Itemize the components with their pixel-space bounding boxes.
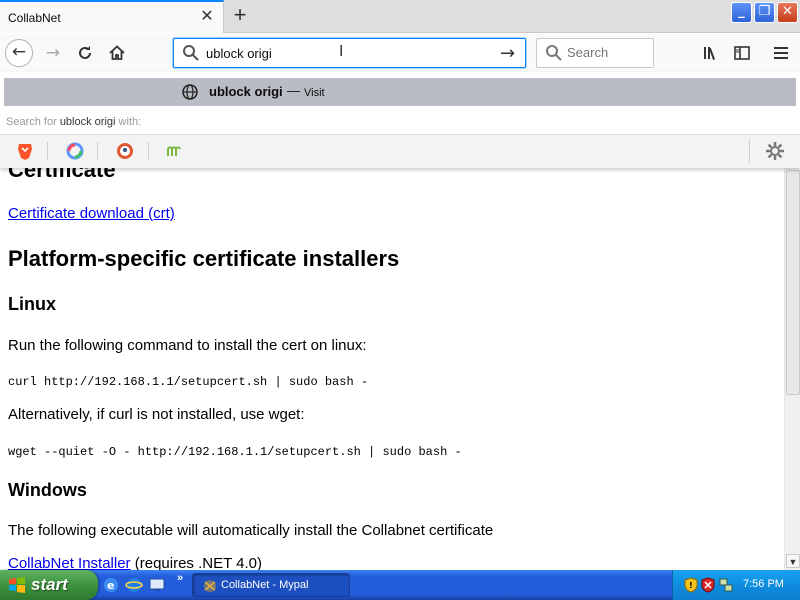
gear-icon[interactable] [764,140,786,162]
sidebar-icon[interactable] [733,44,751,62]
collabnet-installer-link[interactable]: CollabNet Installer [8,555,131,570]
heading-linux: Linux [8,294,56,314]
scroll-down-icon[interactable]: ▼ [786,554,800,568]
tab-strip: CollabNet ✕ + _ ❐ ✕ [0,0,800,33]
tab-title: CollabNet [8,11,61,25]
linux-instructions: Run the following command to install the… [8,337,367,354]
network-icon[interactable] [719,577,733,593]
suggestion-row[interactable]: ublock origi — Visit [4,78,796,106]
hamburger-menu-icon[interactable] [772,44,790,62]
minimize-window-button[interactable]: _ [731,2,752,23]
wget-command: wget --quiet -O - http://192.168.1.1/set… [8,445,462,459]
suggestion-text: ublock origi [209,84,283,99]
globe-icon [182,84,198,100]
search-input[interactable] [567,45,647,60]
internet-explorer-icon[interactable]: e [102,576,120,594]
installer-paragraph: CollabNet Installer (requires .NET 4.0) [8,555,262,570]
wget-instructions: Alternatively, if curl is not installed,… [8,406,305,423]
mojeek-icon[interactable] [165,141,185,161]
heading-platform-installers: Platform-specific certificate installers [8,246,400,271]
svg-text:e: e [107,579,114,592]
brave-icon[interactable] [15,141,35,161]
quicklaunch-more-icon[interactable]: » [177,572,183,584]
qwant-icon[interactable] [65,141,85,161]
search-icon [546,45,562,61]
home-icon[interactable] [103,39,131,67]
show-desktop-icon[interactable] [148,576,166,594]
engine-separator [749,139,750,163]
close-tab-icon[interactable]: ✕ [199,9,215,25]
windows-logo-icon [9,577,25,593]
taskbar-item-label: CollabNet - Mypal [221,579,309,591]
taskbar: start e » CollabNet - Mypal ! 7:56 PM [0,570,800,600]
security-shield-icon[interactable]: ! [684,577,698,593]
mypal-icon [204,580,216,592]
text-cursor-icon: I [339,43,344,60]
url-suggestions-popup: ublock origi — Visit Search for ublock o… [0,72,800,168]
alert-shield-icon[interactable] [701,577,715,593]
taskbar-item-collabnet[interactable]: CollabNet - Mypal [192,573,350,597]
start-label: start [31,575,68,594]
clock: 7:56 PM [743,578,784,590]
back-icon[interactable]: ← [5,39,33,67]
duckduckgo-icon[interactable] [115,141,135,161]
suggestion-separator: — [287,83,300,98]
installer-requirement: (requires .NET 4.0) [130,555,262,570]
vertical-scrollbar[interactable]: ▼ [784,168,800,570]
scrollbar-thumb[interactable] [786,170,800,395]
curl-command: curl http://192.168.1.1/setupcert.sh | s… [8,375,369,389]
close-window-button[interactable]: ✕ [777,2,798,23]
url-input[interactable] [206,43,486,63]
navigation-toolbar: ← → I → [0,34,800,72]
search-box[interactable] [536,38,654,68]
new-tab-icon[interactable]: + [229,4,251,27]
system-tray: ! 7:56 PM [672,570,800,600]
maximize-window-button[interactable]: ❐ [754,2,775,23]
engine-separator [97,142,98,160]
heading-windows: Windows [8,480,87,500]
start-button[interactable]: start [0,570,98,600]
engine-separator [47,142,48,160]
forward-icon[interactable]: → [39,39,67,67]
suggestion-action: Visit [304,87,325,99]
search-icon [183,45,199,61]
tab-collabnet[interactable]: CollabNet ✕ [0,0,224,33]
page-content: Certificate Certificate download (crt) P… [0,150,784,570]
svg-text:!: ! [689,581,693,590]
search-for-label: Search for ublock origi with: [6,116,142,128]
url-bar[interactable]: I → [173,38,526,68]
windows-instructions: The following executable will automatica… [8,522,494,539]
search-engines-bar [0,134,800,168]
library-icon[interactable] [702,44,720,62]
reload-icon[interactable] [71,39,99,67]
browser-quicklaunch-icon[interactable] [125,576,143,594]
engine-separator [148,142,149,160]
certificate-download-link[interactable]: Certificate download (crt) [8,205,175,222]
certificate-download-paragraph: Certificate download (crt) [8,205,175,222]
go-arrow-icon[interactable]: → [500,43,515,64]
